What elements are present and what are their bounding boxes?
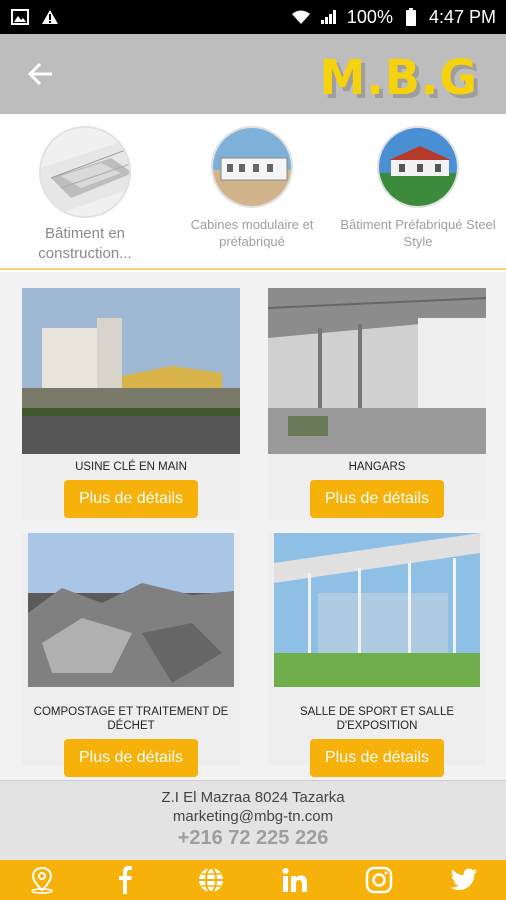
product-title: COMPOSTAGE ET TRAITEMENT DE DÉCHET [33,706,229,732]
phone-link[interactable]: +216 72 225 226 [0,827,506,850]
battery-icon [401,8,421,26]
product-title: HANGARS [348,461,406,473]
details-button[interactable]: Plus de détails [310,739,444,777]
twitter-icon[interactable] [447,865,481,895]
category-item[interactable]: Bâtiment en construction... [5,126,165,264]
product-grid: USINE CLÉ EN MAIN Plus de détails HANGAR… [0,272,506,780]
category-thumbnail [377,126,459,208]
social-bar [0,860,506,900]
clock: 4:47 PM [428,6,496,27]
email-link[interactable]: marketing@mbg-tn.com [0,808,506,825]
battery-percent: 100% [346,6,393,27]
product-image [22,288,240,454]
wifi-icon [291,8,311,26]
product-card[interactable]: SALLE DE SPORT ET SALLE D'EXPOSITION Plu… [268,533,486,777]
product-card[interactable]: HANGARS Plus de détails [268,288,486,520]
product-title: USINE CLÉ EN MAIN [75,461,187,473]
product-image [22,533,240,699]
linkedin-icon[interactable] [278,865,312,895]
web-icon[interactable] [194,865,228,895]
arrow-left-icon [27,62,52,86]
brand-logo: M.B.G [319,48,478,106]
product-title: SALLE DE SPORT ET SALLE D'EXPOSITION [299,706,455,732]
category-thumbnail [39,126,131,218]
facebook-icon[interactable] [109,865,143,895]
location-icon[interactable] [25,865,59,895]
category-carousel: Bâtiment en construction... Cabines modu… [0,114,506,270]
category-item[interactable]: Cabines modulaire et préfabriqué [172,126,332,250]
details-button[interactable]: Plus de détails [64,480,198,518]
back-button[interactable] [22,56,58,92]
details-button[interactable]: Plus de détails [310,480,444,518]
warning-icon [40,8,60,26]
category-label: Bâtiment Préfabriqué Steel Style [340,217,496,249]
category-item[interactable]: Bâtiment Préfabriqué Steel Style [338,126,498,250]
contact-footer: Z.I El Mazraa 8024 Tazarka marketing@mbg… [0,780,506,860]
details-button[interactable]: Plus de détails [64,739,198,777]
signal-icon [319,8,339,26]
category-label: Bâtiment en construction... [38,225,132,262]
category-label: Cabines modulaire et préfabriqué [190,217,314,249]
product-image [268,533,486,699]
product-card[interactable]: COMPOSTAGE ET TRAITEMENT DE DÉCHET Plus … [22,533,240,777]
product-image [268,288,486,454]
address-text: Z.I El Mazraa 8024 Tazarka [161,789,345,806]
instagram-icon[interactable] [362,865,396,895]
status-bar: 100% 4:47 PM [0,0,506,34]
image-notification-icon [10,8,30,26]
app-bar: M.B.G [0,34,506,114]
category-thumbnail [211,126,293,208]
product-card[interactable]: USINE CLÉ EN MAIN Plus de détails [22,288,240,520]
